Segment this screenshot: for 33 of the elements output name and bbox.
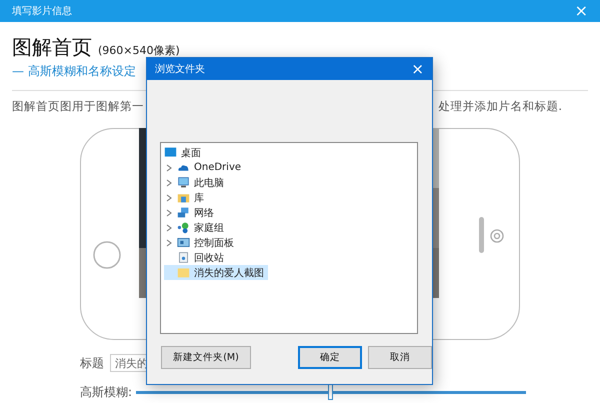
monitor-icon <box>177 176 190 189</box>
tree-item[interactable]: 控制面板 <box>164 235 238 250</box>
tree-item[interactable]: 桌面 <box>164 145 205 160</box>
close-button[interactable]: × <box>403 60 432 78</box>
blur-label: 高斯模糊: <box>80 384 132 401</box>
size-note: (960×540像素) <box>98 43 180 58</box>
tree-item[interactable]: 此电脑 <box>164 175 228 190</box>
speaker-icon <box>479 217 484 253</box>
recycle-bin-icon <box>177 251 190 264</box>
title-label: 标题 <box>80 354 104 372</box>
page-heading: 图解首页 <box>12 34 92 61</box>
tree-item[interactable]: 回收站 <box>164 250 228 265</box>
description-text: 处理并添加片名和标题. <box>438 99 562 114</box>
tree-item[interactable]: 库 <box>164 190 208 205</box>
window-title: 填写影片信息 <box>12 4 72 18</box>
tree-item[interactable]: 消失的爱人截图 <box>164 265 268 280</box>
tree-item[interactable]: 网络 <box>164 205 218 220</box>
network-icon <box>177 206 190 219</box>
dialog-button[interactable]: 取消 <box>368 346 432 369</box>
camera-icon <box>490 229 504 243</box>
slider-thumb[interactable] <box>328 384 334 400</box>
desktop-icon <box>164 146 177 159</box>
tree-item[interactable]: OneDrive <box>164 160 246 175</box>
dialog-button[interactable]: 新建文件夹(M) <box>161 346 251 369</box>
homegroup-icon <box>177 221 190 234</box>
dialog-button[interactable]: 确定 <box>298 346 362 369</box>
subtitle: — 高斯模糊和名称设定 <box>12 63 136 80</box>
dialog-title: 浏览文件夹 <box>155 62 205 76</box>
tree-item[interactable]: 家庭组 <box>164 220 228 235</box>
description-text: 图解首页图用于图解第一 <box>12 99 144 114</box>
home-button-icon <box>93 241 121 269</box>
folder-icon <box>177 266 190 279</box>
control-panel-icon <box>177 236 190 249</box>
